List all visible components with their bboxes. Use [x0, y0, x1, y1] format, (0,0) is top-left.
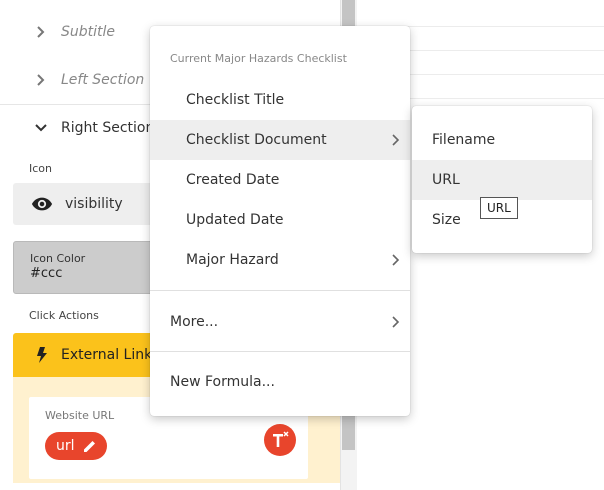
menu-item-label: Checklist Document: [186, 132, 327, 148]
click-actions-label: Click Actions: [29, 309, 99, 322]
menu-heading: Current Major Hazards Checklist: [170, 52, 347, 65]
url-chip[interactable]: url: [45, 432, 107, 460]
bolt-icon: [37, 347, 47, 363]
menu-item-more[interactable]: More...: [150, 302, 410, 342]
section-label: Left Section: [61, 72, 145, 88]
menu-item-label: Major Hazard: [186, 252, 279, 268]
submenu-item-label: URL: [432, 172, 460, 188]
tooltip: URL: [480, 197, 518, 219]
menu-item-updated-date[interactable]: Updated Date: [150, 200, 410, 240]
menu-item-checklist-title[interactable]: Checklist Title: [150, 80, 410, 120]
chevron-right-icon: [392, 254, 400, 266]
checklist-document-submenu: Filename URL Size: [412, 106, 592, 253]
menu-item-label: More...: [170, 314, 219, 330]
chevron-right-icon: [37, 26, 45, 38]
icon-label: Icon: [29, 162, 52, 175]
action-title: External Link: [61, 347, 153, 363]
chevron-right-icon: [37, 74, 45, 86]
insert-field-menu: Current Major Hazards Checklist Checklis…: [150, 26, 410, 416]
menu-item-label: Created Date: [186, 172, 280, 188]
chevron-right-icon: [392, 316, 400, 328]
menu-item-major-hazard[interactable]: Major Hazard: [150, 240, 410, 280]
pencil-icon: [83, 441, 95, 452]
submenu-item-filename[interactable]: Filename: [412, 120, 592, 160]
insert-formula-button[interactable]: [264, 424, 296, 456]
text-formula-icon: [273, 431, 289, 447]
website-url-label: Website URL: [45, 409, 115, 422]
section-label: Subtitle: [61, 24, 116, 40]
menu-item-label: New Formula...: [170, 374, 275, 390]
submenu-item-url[interactable]: URL: [412, 160, 592, 200]
menu-divider: [150, 290, 410, 291]
chevron-right-icon: [392, 134, 400, 146]
url-chip-label: url: [56, 438, 75, 454]
menu-item-label: Updated Date: [186, 212, 284, 228]
section-label: Right Section: [61, 120, 155, 136]
menu-item-label: Checklist Title: [186, 92, 285, 108]
menu-item-checklist-document[interactable]: Checklist Document: [150, 120, 410, 160]
chevron-down-icon: [35, 124, 47, 132]
eye-icon: [31, 197, 53, 211]
menu-item-created-date[interactable]: Created Date: [150, 160, 410, 200]
submenu-item-label: Filename: [432, 132, 496, 148]
menu-item-new-formula[interactable]: New Formula...: [150, 362, 410, 402]
submenu-item-label: Size: [432, 212, 461, 228]
icon-value: visibility: [65, 196, 123, 212]
menu-divider: [150, 351, 410, 352]
